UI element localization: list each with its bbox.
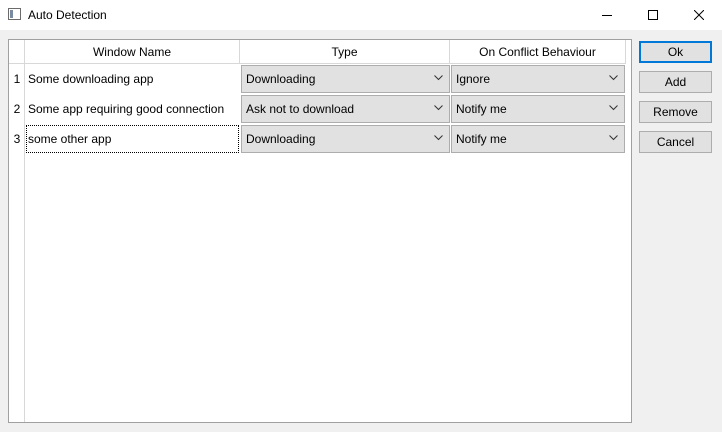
table-corner[interactable] (9, 40, 25, 64)
ok-button[interactable]: Ok (639, 41, 712, 63)
title-bar[interactable]: Auto Detection (0, 0, 722, 30)
conflict-dropdown[interactable]: Notify me (451, 95, 625, 123)
maximize-button[interactable] (630, 0, 676, 30)
chevron-down-icon (609, 75, 618, 81)
conflict-dropdown[interactable]: Notify me (451, 125, 625, 153)
remove-button[interactable]: Remove (639, 101, 712, 123)
conflict-dropdown-value: Notify me (456, 132, 507, 146)
conflict-dropdown-value: Notify me (456, 102, 507, 116)
type-dropdown-value: Downloading (246, 132, 316, 146)
column-header-window-name[interactable]: Window Name (25, 40, 240, 64)
conflict-dropdown-value: Ignore (456, 72, 491, 86)
column-header-type[interactable]: Type (240, 40, 450, 64)
window-name-cell[interactable]: some other app (25, 124, 240, 154)
type-dropdown[interactable]: Downloading (241, 125, 450, 153)
chevron-down-icon (609, 105, 618, 111)
maximize-icon (648, 10, 658, 20)
window-title: Auto Detection (28, 8, 107, 22)
rules-table[interactable]: Window Name Type On Conflict Behaviour 1… (8, 39, 632, 423)
row-number[interactable]: 1 (9, 64, 25, 94)
close-button[interactable] (676, 0, 722, 30)
type-dropdown[interactable]: Ask not to download (241, 95, 450, 123)
chevron-down-icon (434, 135, 443, 141)
type-dropdown[interactable]: Downloading (241, 65, 450, 93)
cancel-button[interactable]: Cancel (639, 131, 712, 153)
column-header-on-conflict[interactable]: On Conflict Behaviour (450, 40, 626, 64)
window-name-cell[interactable]: Some app requiring good connection (25, 94, 240, 124)
window-app-icon (8, 8, 21, 20)
row-number[interactable]: 3 (9, 124, 25, 154)
minimize-button[interactable] (584, 0, 630, 30)
window-name-cell[interactable]: Some downloading app (25, 64, 240, 94)
chevron-down-icon (434, 105, 443, 111)
add-button[interactable]: Add (639, 71, 712, 93)
chevron-down-icon (434, 75, 443, 81)
row-number[interactable]: 2 (9, 94, 25, 124)
type-dropdown-value: Ask not to download (246, 102, 355, 116)
conflict-dropdown[interactable]: Ignore (451, 65, 625, 93)
chevron-down-icon (609, 135, 618, 141)
type-dropdown-value: Downloading (246, 72, 316, 86)
minimize-icon (602, 15, 612, 16)
close-icon (694, 10, 704, 20)
